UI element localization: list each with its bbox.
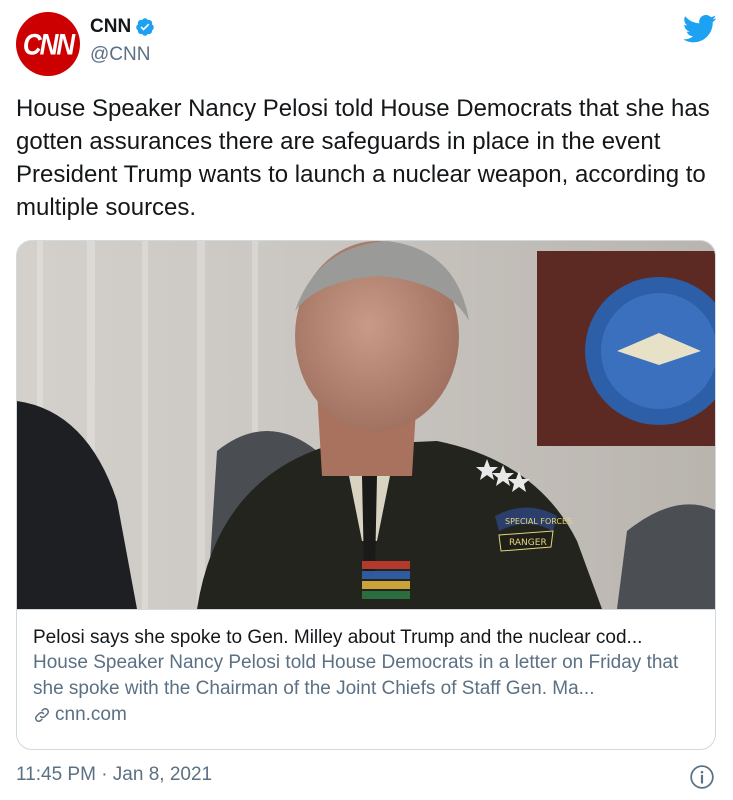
timestamp[interactable]: 11:45 PM · Jan 8, 2021 — [16, 764, 212, 786]
card-image: SPECIAL FORCES RANGER — [17, 241, 715, 609]
card-body: Pelosi says she spoke to Gen. Milley abo… — [17, 609, 715, 749]
card-description: House Speaker Nancy Pelosi told House De… — [33, 652, 679, 699]
cnn-logo: CNN — [22, 26, 75, 61]
svg-text:RANGER: RANGER — [509, 538, 547, 548]
avatar[interactable]: CNN — [16, 12, 80, 76]
verified-icon — [136, 18, 154, 36]
card-domain-row: cnn.com — [33, 704, 701, 726]
card-domain: cnn.com — [55, 704, 127, 725]
tweet-text: House Speaker Nancy Pelosi told House De… — [16, 95, 710, 221]
link-icon — [34, 707, 50, 723]
link-card[interactable]: SPECIAL FORCES RANGER Pelosi says she sp… — [16, 240, 716, 750]
card-title[interactable]: Pelosi says she spoke to Gen. Milley abo… — [33, 626, 701, 650]
tweet: CNN CNN @CNN House Speaker Nancy Pelosi … — [0, 0, 733, 800]
display-name[interactable]: CNN — [90, 16, 131, 38]
handle[interactable]: @CNN — [90, 44, 155, 66]
general-portrait-photo: SPECIAL FORCES RANGER — [17, 241, 715, 609]
name-row: CNN — [90, 14, 155, 40]
svg-text:SPECIAL FORCES: SPECIAL FORCES — [505, 517, 572, 526]
twitter-icon[interactable] — [683, 14, 717, 44]
author-block: CNN @CNN — [90, 14, 155, 66]
info-icon[interactable] — [689, 764, 715, 790]
